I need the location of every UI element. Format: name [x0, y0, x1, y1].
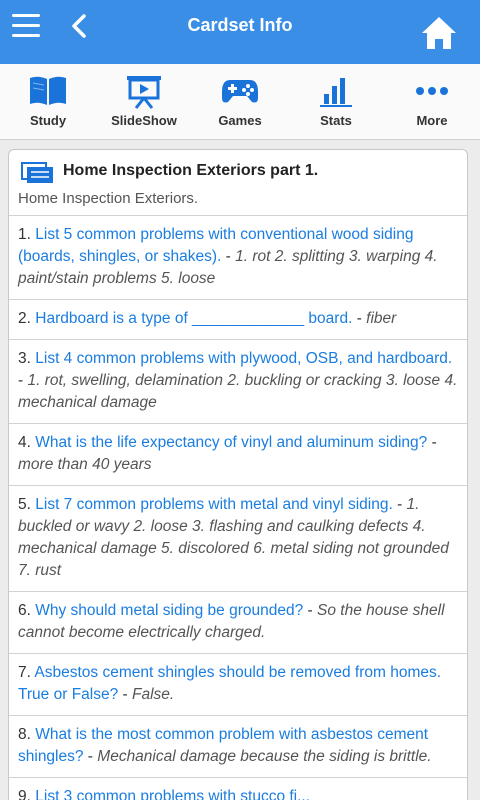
item-number: 2. — [18, 310, 31, 327]
gamepad-icon — [222, 80, 258, 103]
item-answer: Mechanical damage because the siding is … — [97, 748, 432, 765]
card-item[interactable]: 5. List 7 common problems with metal and… — [9, 486, 467, 592]
card-item[interactable]: 2. Hardboard is a type of _____________ … — [9, 300, 467, 340]
item-answer: 1. rot, swelling, delamination 2. buckli… — [18, 372, 458, 411]
cardset-header: Home Inspection Exteriors part 1. Home I… — [9, 150, 467, 216]
item-question[interactable]: List 4 common problems with plywood, OSB… — [35, 350, 452, 367]
card-item[interactable]: 3. List 4 common problems with plywood, … — [9, 340, 467, 424]
cardset-card: Home Inspection Exteriors part 1. Home I… — [8, 149, 468, 800]
item-question[interactable]: Why should metal siding be grounded? — [35, 602, 303, 619]
card-item[interactable]: 6. Why should metal siding be grounded? … — [9, 592, 467, 654]
bar-chart-icon — [320, 78, 352, 107]
item-number: 6. — [18, 602, 31, 619]
tab-more[interactable]: More — [384, 64, 480, 139]
item-question[interactable]: List 3 common problems with stucco fi... — [35, 788, 310, 800]
item-question[interactable]: List 7 common problems with metal and vi… — [35, 496, 393, 513]
item-number: 4. — [18, 434, 31, 451]
item-answer: fiber — [366, 310, 397, 327]
item-number: 8. — [18, 726, 31, 743]
card-item[interactable]: 4. What is the life expectancy of vinyl … — [9, 424, 467, 486]
more-dots-icon — [416, 87, 448, 95]
tab-slideshow[interactable]: SlideShow — [96, 64, 192, 139]
app-header: Cardset Info — [0, 0, 480, 64]
card-item[interactable]: 8. What is the most common problem with … — [9, 716, 467, 778]
cardset-subtitle: Home Inspection Exteriors. — [18, 190, 199, 207]
tab-label: Stats — [320, 113, 352, 128]
tab-games[interactable]: Games — [192, 64, 288, 139]
tab-study[interactable]: Study — [0, 64, 96, 139]
card-item[interactable]: 7. Asbestos cement shingles should be re… — [9, 654, 467, 716]
tab-label: More — [416, 113, 448, 128]
home-icon[interactable] — [420, 14, 458, 52]
book-icon — [30, 76, 66, 105]
item-number: 5. — [18, 496, 31, 513]
item-question[interactable]: What is the life expectancy of vinyl and… — [35, 434, 427, 451]
tab-label: Games — [218, 113, 262, 128]
tab-label: SlideShow — [111, 113, 177, 128]
card-item[interactable]: 9. List 3 common problems with stucco fi… — [9, 778, 467, 800]
tab-bar: Study SlideShow Games Stats More — [0, 64, 480, 140]
cards-icon — [21, 162, 53, 183]
presentation-icon — [127, 76, 161, 109]
card-item[interactable]: 1. List 5 common problems with conventio… — [9, 216, 467, 300]
tab-stats[interactable]: Stats — [288, 64, 384, 139]
page-title: Cardset Info — [187, 15, 293, 35]
item-question[interactable]: Asbestos cement shingles should be remov… — [18, 664, 441, 703]
item-question[interactable]: Hardboard is a type of _____________ boa… — [35, 310, 352, 327]
item-number: 1. — [18, 226, 31, 243]
item-answer: more than 40 years — [18, 456, 152, 473]
item-number: 3. — [18, 350, 31, 367]
item-number: 7. — [18, 664, 31, 681]
item-number: 9. — [18, 788, 31, 800]
cardset-title: Home Inspection Exteriors part 1. — [63, 162, 319, 179]
tab-label: Study — [29, 113, 67, 128]
item-answer: False. — [132, 686, 175, 703]
